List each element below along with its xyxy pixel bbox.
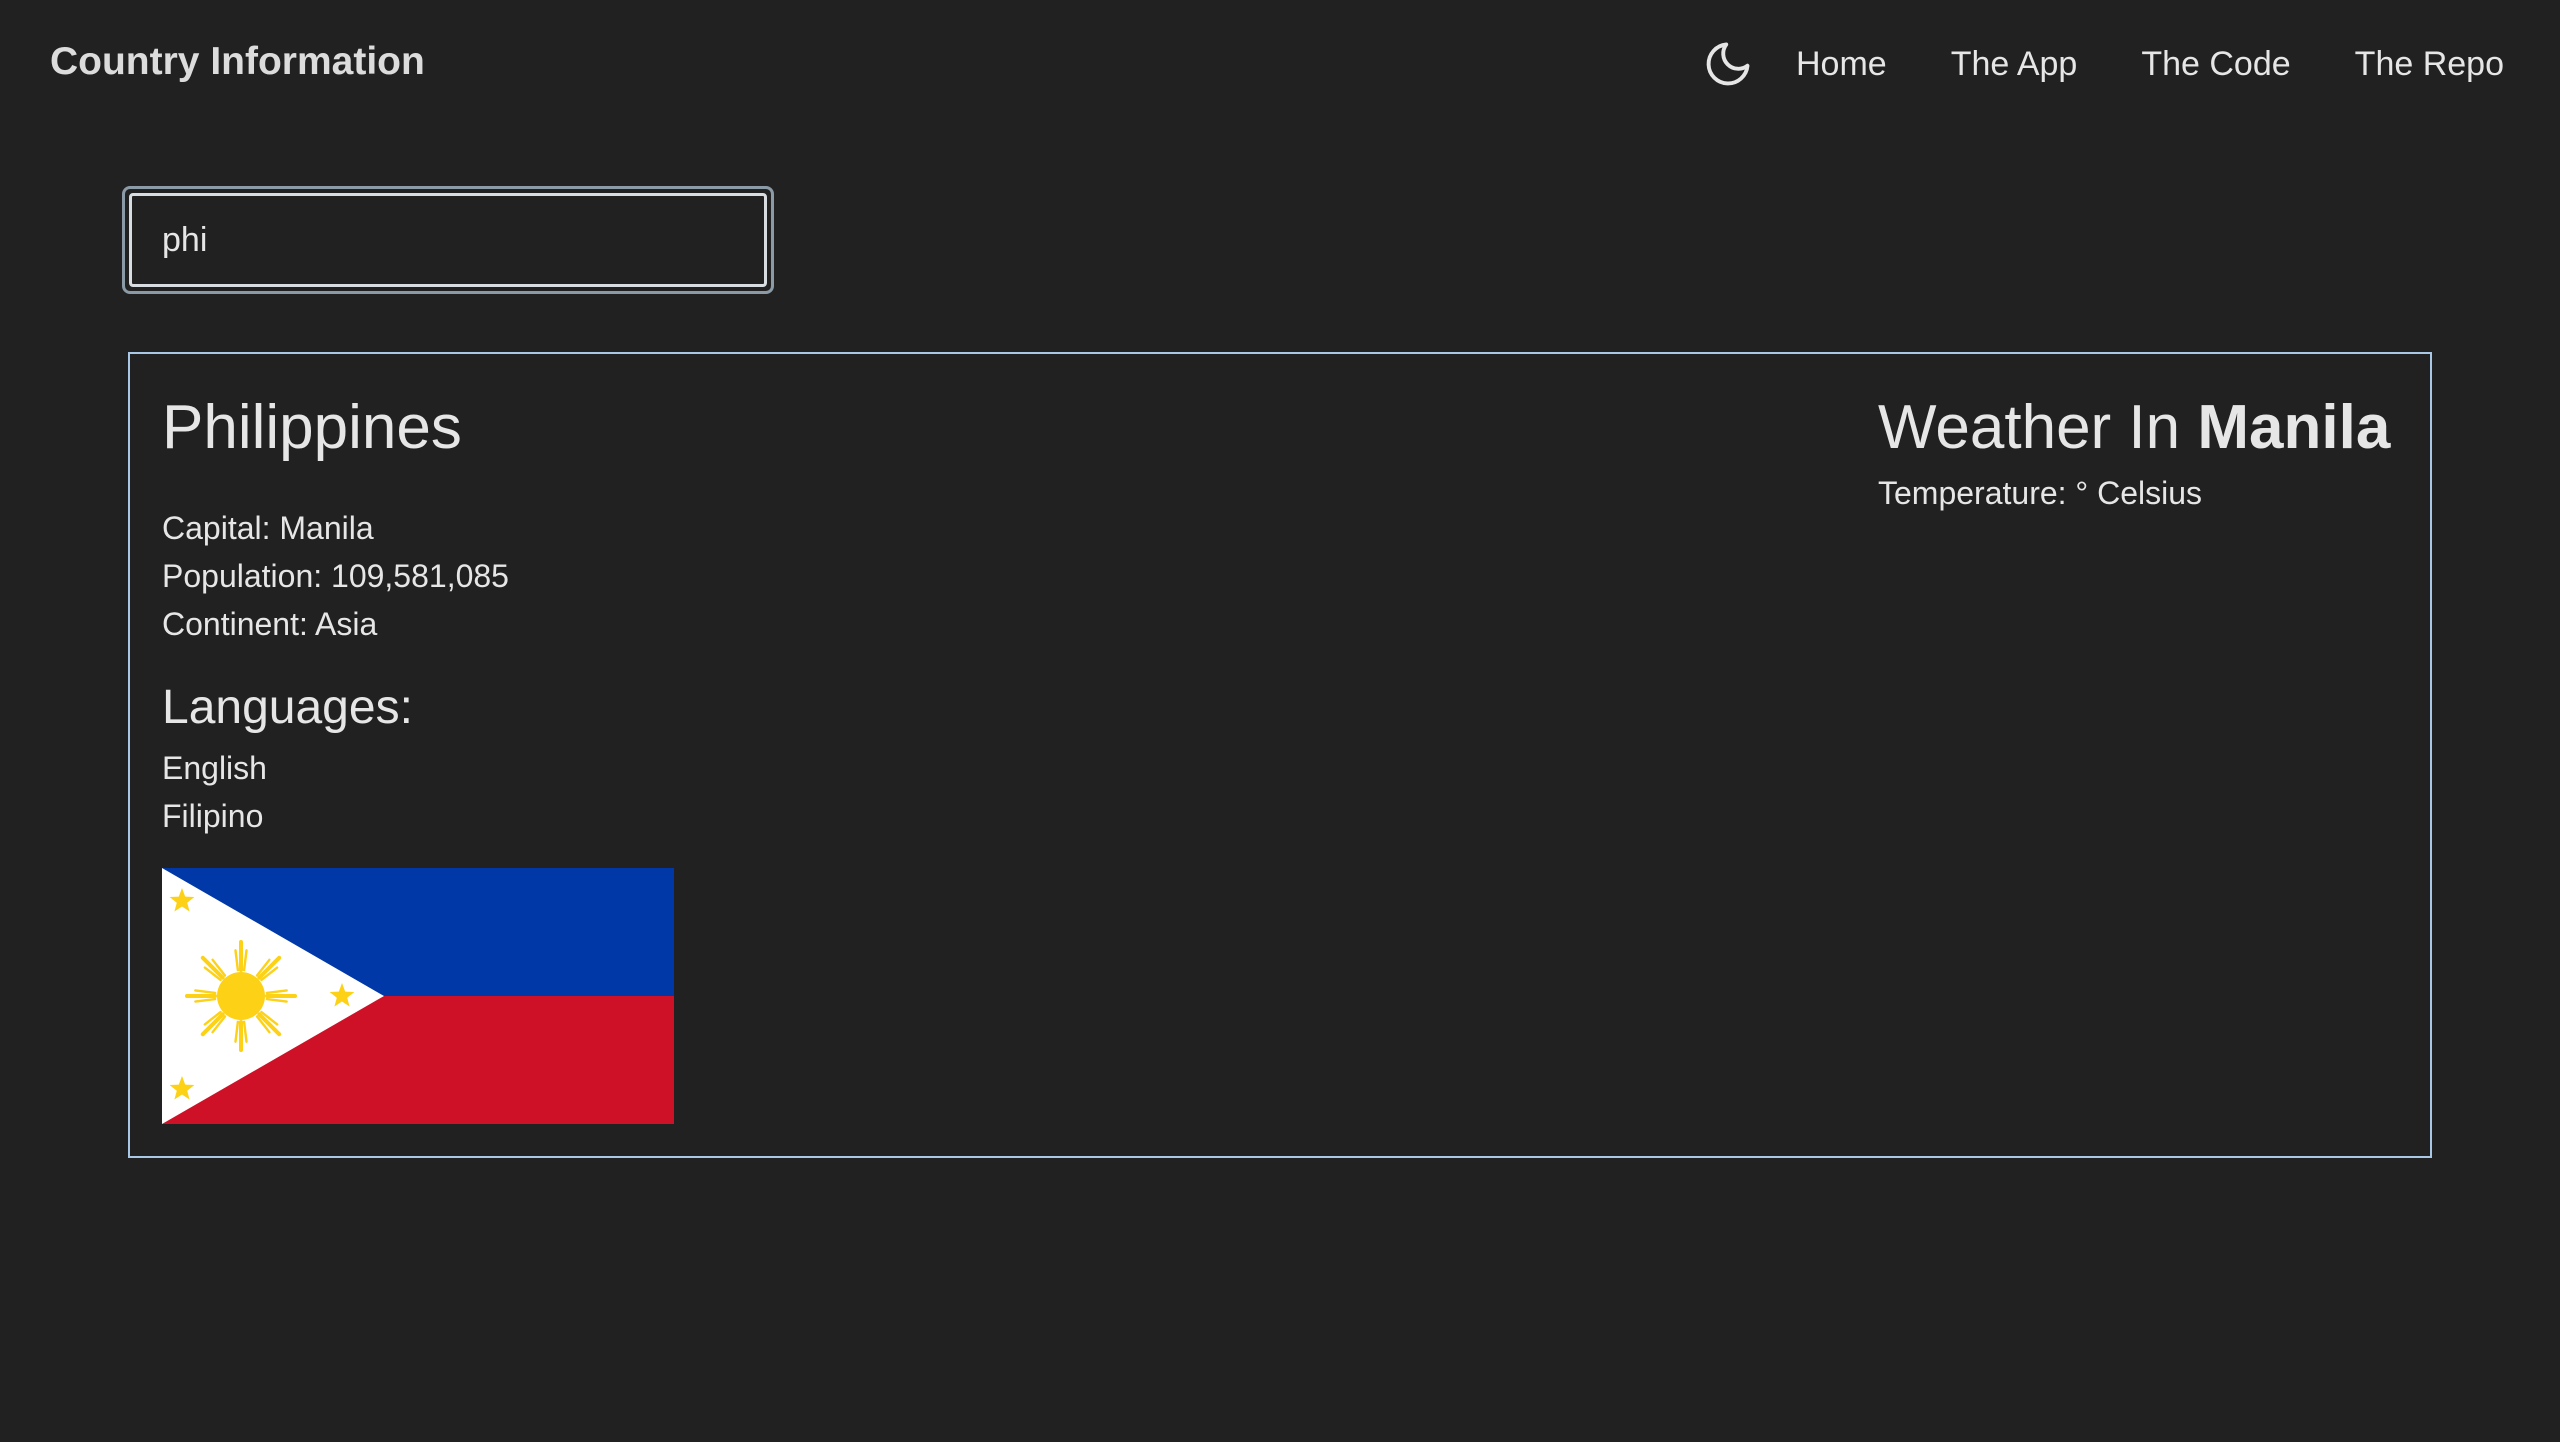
language-item: Filipino bbox=[162, 798, 264, 834]
search-focus-ring bbox=[122, 186, 774, 294]
continent-value: Asia bbox=[315, 606, 378, 642]
country-card: Philippines Capital: Manila Population: … bbox=[128, 352, 2432, 1158]
weather-title: Weather In Manila bbox=[1878, 392, 2390, 463]
continent-row: Continent: Asia bbox=[162, 600, 509, 648]
temperature-unit: ° Celsius bbox=[2075, 475, 2203, 511]
population-value: 109,581,085 bbox=[331, 558, 509, 594]
population-row: Population: 109,581,085 bbox=[162, 552, 509, 600]
moon-icon[interactable] bbox=[1700, 36, 1756, 92]
temperature-row: Temperature: ° Celsius bbox=[1878, 475, 2390, 512]
philippines-flag-icon bbox=[162, 868, 674, 1124]
brand-title[interactable]: Country Information bbox=[50, 40, 425, 84]
language-item: English bbox=[162, 750, 267, 786]
country-name: Philippines bbox=[162, 393, 462, 462]
country-facts: Capital: Manila Population: 109,581,085 … bbox=[162, 504, 509, 648]
weather-city: Manila bbox=[2197, 393, 2391, 462]
weather-prefix: Weather In bbox=[1878, 393, 2181, 462]
capital-label: Capital: bbox=[162, 510, 271, 546]
languages-heading: Languages: bbox=[162, 681, 413, 734]
nav-link-the-app[interactable]: The App bbox=[1951, 45, 2078, 84]
nav-link-home[interactable]: Home bbox=[1796, 45, 1887, 84]
country-search-input[interactable] bbox=[129, 193, 767, 287]
nav-link-the-repo[interactable]: The Repo bbox=[2355, 45, 2504, 84]
capital-value: Manila bbox=[279, 510, 374, 546]
temperature-label: Temperature: bbox=[1878, 475, 2067, 511]
nav-link-the-code[interactable]: The Code bbox=[2141, 45, 2290, 84]
population-label: Population: bbox=[162, 558, 323, 594]
continent-label: Continent: bbox=[162, 606, 308, 642]
nav-links: Home The App The Code The Repo bbox=[1700, 36, 2504, 92]
weather-panel: Weather In Manila Temperature: ° Celsius bbox=[1878, 392, 2390, 512]
navbar: Country Information Home The App The Cod… bbox=[0, 0, 2560, 130]
language-list: English Filipino bbox=[162, 744, 267, 840]
capital-row: Capital: Manila bbox=[162, 504, 509, 552]
